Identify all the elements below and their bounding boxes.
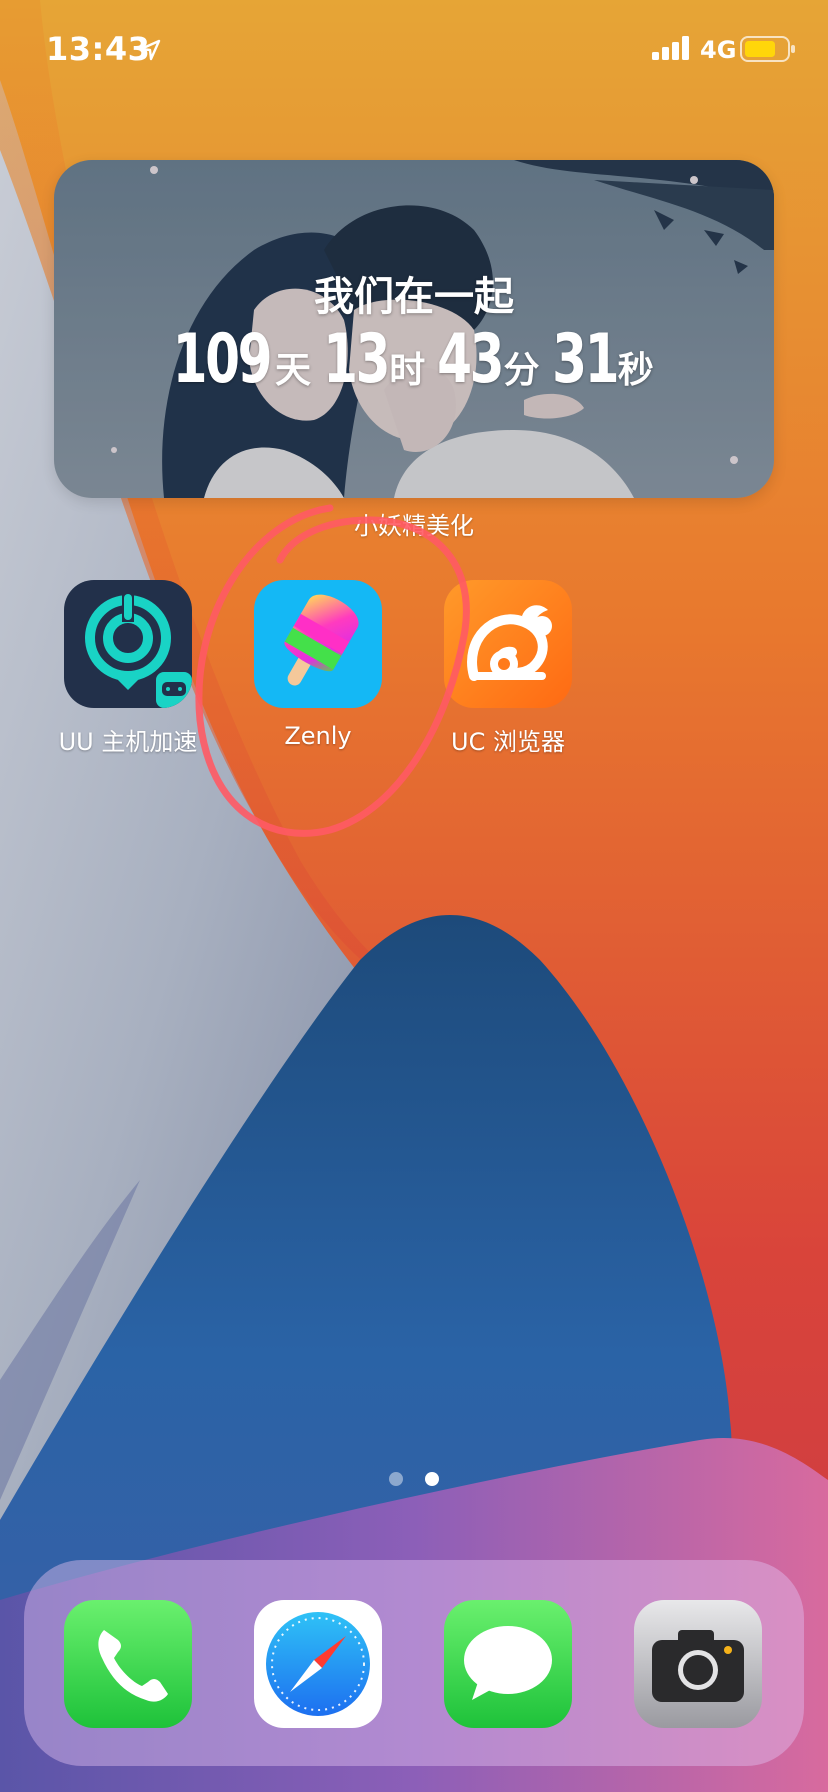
network-type: 4G (700, 36, 737, 64)
app-uc-browser[interactable]: UC 浏览器 (413, 580, 603, 757)
counter-hours: 13 (323, 320, 390, 399)
widget-app-label: 小妖精美化 (354, 512, 474, 540)
counter-seconds: 31 (551, 320, 619, 399)
counter-days: 109 (172, 320, 273, 399)
app-label-uc: UC 浏览器 (451, 728, 565, 756)
app-uu-accelerator[interactable]: UU 主机加速 (33, 580, 223, 757)
uc-squirrel-icon (444, 580, 572, 708)
uu-accelerator-icon (64, 580, 192, 708)
love-counter-widget[interactable]: 我们在一起 109 天 13时 43分 31秒 (54, 160, 774, 498)
counter-days-unit: 天 (274, 350, 311, 391)
phone-icon[interactable] (64, 1600, 192, 1728)
widget-title: 我们在一起 (314, 274, 514, 320)
elapsed-time-counter: 109 天 13时 43分 31秒 (54, 320, 774, 399)
status-bar: 13:43 4G (0, 0, 828, 100)
battery-icon (740, 36, 795, 62)
app-zenly[interactable]: Zenly (223, 580, 413, 750)
cellular-signal-icon (652, 36, 689, 60)
status-time: 13:43 (46, 30, 151, 68)
counter-hours-unit: 时 (389, 350, 426, 391)
page-dot-2[interactable] (425, 1472, 439, 1486)
counter-minutes-unit: 分 (503, 350, 540, 391)
app-label-uu: UU 主机加速 (58, 728, 198, 756)
counter-seconds-unit: 秒 (617, 350, 654, 391)
counter-minutes: 43 (437, 320, 504, 399)
dock (24, 1560, 804, 1766)
page-indicator[interactable] (0, 1472, 828, 1486)
location-arrow-icon (139, 39, 161, 61)
app-label-zenly: Zenly (284, 722, 352, 750)
message-bubble-icon[interactable] (444, 1600, 572, 1728)
zenly-popsicle-icon (254, 580, 382, 708)
camera-icon[interactable] (634, 1600, 762, 1728)
page-dot-1[interactable] (389, 1472, 403, 1486)
safari-compass-icon[interactable] (254, 1600, 382, 1728)
